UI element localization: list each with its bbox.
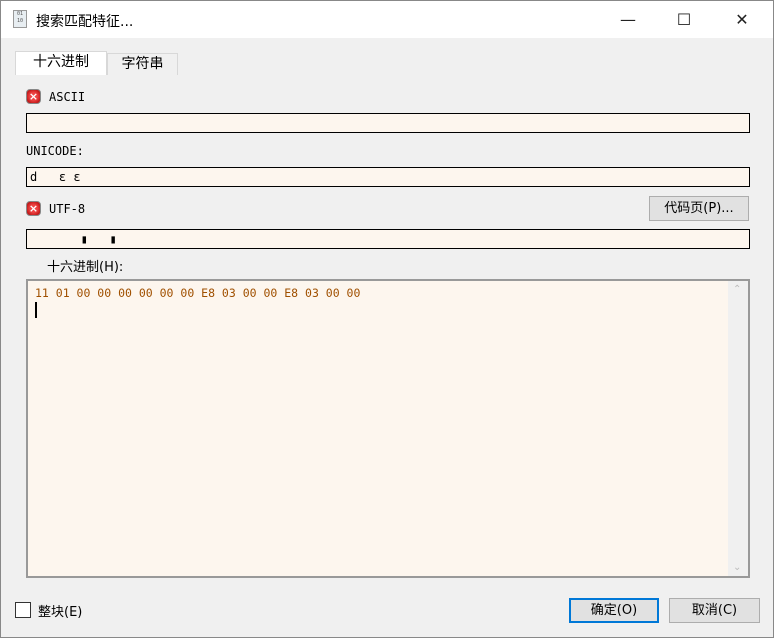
whole-block-checkbox[interactable] [15, 602, 31, 618]
tab-hex[interactable]: 十六进制 [15, 51, 107, 75]
hex-label: 十六进制(H): [47, 260, 124, 275]
utf8-input[interactable]: ▮ ▮ [26, 229, 750, 249]
unicode-input[interactable]: d ɛ ɛ [26, 167, 750, 187]
scroll-up-icon[interactable]: ⌃ [733, 284, 741, 295]
maximize-button[interactable]: ☐ [661, 1, 707, 38]
scroll-down-icon[interactable]: ⌄ [733, 562, 741, 573]
error-icon: × [26, 201, 41, 216]
utf8-label: UTF-8 [49, 202, 86, 216]
ok-button[interactable]: 确定(O) [569, 598, 659, 623]
minimize-button[interactable]: — [605, 1, 651, 38]
vertical-scrollbar[interactable]: ⌃ ⌄ [728, 281, 748, 576]
whole-block-label: 整块(E) [38, 605, 83, 620]
hex-textarea[interactable]: 11 01 00 00 00 00 00 00 E8 03 00 00 E8 0… [26, 279, 750, 578]
hex-value: 11 01 00 00 00 00 00 00 E8 03 00 00 E8 0… [35, 286, 361, 300]
tab-string[interactable]: 字符串 [107, 53, 178, 75]
binary-file-icon: 01 10 [13, 10, 27, 28]
window-title: 搜索匹配特征... [36, 14, 134, 30]
title-bar: 01 10 搜索匹配特征... — ☐ ✕ [1, 1, 773, 38]
ascii-label: ASCII [49, 90, 86, 104]
error-icon: × [26, 89, 41, 104]
unicode-label: UNICODE: [26, 144, 84, 158]
text-caret [35, 302, 37, 318]
cancel-button[interactable]: 取消(C) [669, 598, 760, 623]
close-button[interactable]: ✕ [719, 1, 765, 38]
codepage-button[interactable]: 代码页(P)... [649, 196, 749, 221]
ascii-input[interactable] [26, 113, 750, 133]
